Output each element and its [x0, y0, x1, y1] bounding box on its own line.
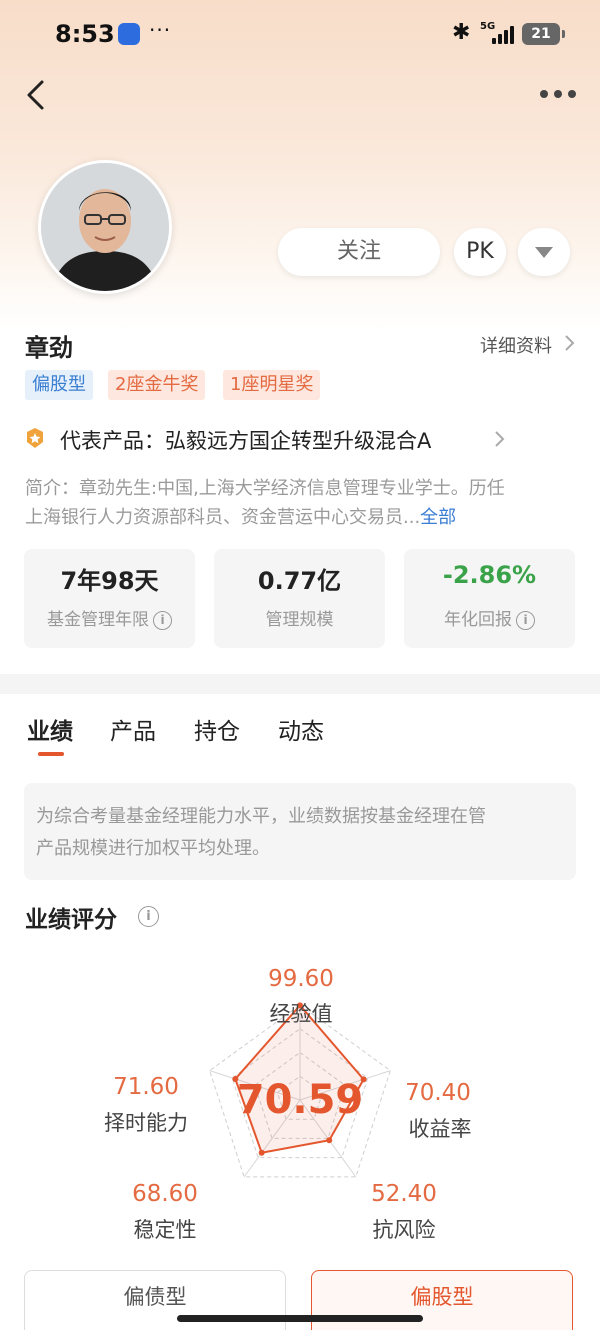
tag-golden-bull: 2座金牛奖 [108, 370, 206, 400]
avatar-photo [41, 163, 169, 291]
battery-tip [562, 30, 565, 38]
weighting-notice: 为综合考量基金经理能力水平，业绩数据按基金经理在管 产品规模进行加权平均处理。 [24, 783, 576, 880]
dim-value-experience: 99.60 [268, 966, 334, 992]
section-divider [0, 674, 600, 694]
back-icon[interactable] [22, 78, 56, 112]
avatar [38, 160, 172, 294]
radar-point-3 [258, 1149, 265, 1156]
detail-link[interactable]: 详细资料 [480, 332, 552, 358]
dim-value-risk: 52.40 [371, 1181, 437, 1207]
notice-line-2: 产品规模进行加权平均处理。 [36, 838, 270, 859]
tab-performance[interactable]: 业绩 [27, 712, 73, 746]
pk-button[interactable]: PK [454, 228, 506, 276]
stat-label: 管理规模 [265, 610, 334, 630]
triangle-down-icon [535, 247, 553, 258]
status-time: 8:53 [55, 20, 115, 48]
product-prefix: 代表产品： [60, 429, 165, 453]
manager-intro: 简介：章劲先生:中国,上海大学经济信息管理专业学士。历任 上海银行人力资源部科员… [25, 474, 580, 532]
home-indicator [177, 1315, 423, 1322]
tag-star-award: 1座明星奖 [223, 370, 321, 400]
dim-label-risk: 抗风险 [372, 1218, 436, 1242]
info-icon[interactable]: i [516, 610, 535, 630]
representative-product[interactable]: 代表产品：弘毅远方国企转型升级混合A [60, 425, 431, 455]
dim-label-stability: 稳定性 [133, 1218, 197, 1242]
manager-name: 章劲 [25, 334, 73, 362]
stat-label: 年化回报 [444, 610, 512, 630]
medal-icon [27, 428, 43, 448]
status-bar: 8:53 ··· ✱ 5G 21 [0, 0, 600, 70]
intro-line-1: 简介：章劲先生:中国,上海大学经济信息管理专业学士。历任 [25, 478, 505, 499]
tab-holdings[interactable]: 持仓 [194, 712, 240, 746]
more-horizontal-icon[interactable] [540, 90, 576, 100]
dim-value-stability: 68.60 [132, 1181, 198, 1207]
product-name[interactable]: 弘毅远方国企转型升级混合A [165, 429, 431, 453]
dim-label-experience: 经验值 [269, 1002, 333, 1026]
battery-icon: 21 [522, 23, 560, 45]
tab-products[interactable]: 产品 [110, 712, 156, 746]
stat-card-return: -2.86% 年化回报 i [404, 549, 575, 648]
overall-score: 70.59 [236, 1077, 364, 1123]
dim-label-timing: 择时能力 [104, 1111, 188, 1135]
stat-value: 7年98天 [60, 567, 159, 595]
intro-expand-link[interactable]: 全部 [420, 507, 456, 528]
stat-value: -2.86% [442, 561, 537, 589]
info-icon[interactable]: i [153, 610, 172, 630]
tab-news[interactable]: 动态 [278, 712, 324, 746]
tab-active-indicator [38, 752, 64, 756]
intro-line-2: 上海银行人力资源部科员、资金营运中心交易员... [25, 507, 421, 528]
stat-label-row: 年化回报 i [404, 605, 575, 630]
score-title: 业绩评分 [25, 907, 117, 933]
stat-card-tenure: 7年98天 基金管理年限 i [24, 549, 195, 648]
tag-fund-type: 偏股型 [25, 370, 93, 400]
stat-value: 0.77亿 [257, 567, 342, 595]
dim-label-return: 收益率 [408, 1117, 472, 1141]
baidu-map-icon [118, 23, 140, 45]
info-icon[interactable]: i [138, 906, 159, 927]
follow-button[interactable]: 关注 [278, 228, 440, 276]
notice-line-1: 为综合考量基金经理能力水平，业绩数据按基金经理在管 [36, 806, 486, 827]
bluetooth-icon: ✱ [452, 20, 471, 45]
chevron-right-icon[interactable] [562, 334, 576, 352]
dim-value-timing: 71.60 [113, 1074, 179, 1100]
dim-value-return: 70.40 [405, 1080, 471, 1106]
stat-label-row: 基金管理年限 i [24, 605, 195, 630]
dropdown-button[interactable] [518, 228, 570, 276]
signal-icon [492, 26, 518, 44]
status-more-dots: ··· [149, 18, 172, 42]
stat-card-aum: 0.77亿 管理规模 [214, 549, 385, 648]
chevron-right-icon[interactable] [492, 430, 506, 448]
stat-label: 基金管理年限 [47, 610, 149, 630]
radar-point-2 [326, 1137, 333, 1144]
